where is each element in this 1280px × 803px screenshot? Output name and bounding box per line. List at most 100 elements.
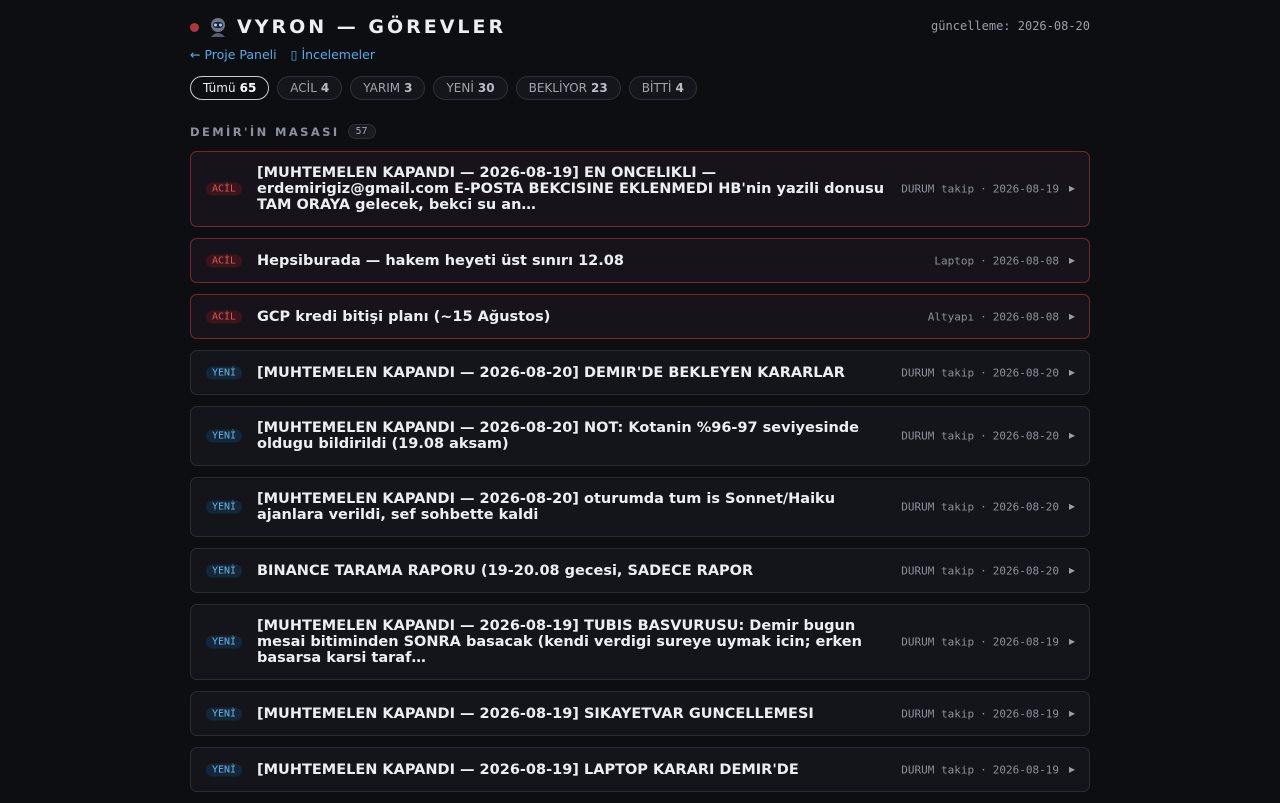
filter-bar: Tümü 65 ACİL 4 YARIM 3 YENİ 30 BEKLİYOR 23 Bİ… xyxy=(190,76,697,100)
task-meta: DURUM takip · 2026-08-19 ▶ xyxy=(901,182,1075,196)
task-meta: DURUM takip · 2026-08-20 ▶ xyxy=(901,429,1075,443)
title-row: VYRON — GÖREVLER xyxy=(190,16,506,38)
task-meta: DURUM takip · 2026-08-19 ▶ xyxy=(901,763,1075,776)
task-meta: DURUM takip · 2026-08-20 ▶ xyxy=(901,366,1075,379)
task-card[interactable]: YENİ [MUHTEMELEN KAPANDI — 2026-08-20] o… xyxy=(190,477,1090,537)
expand-arrow-icon[interactable]: ▶ xyxy=(1069,184,1075,195)
task-date: 2026-08-20 xyxy=(992,429,1059,443)
task-meta: DURUM takip · 2026-08-20 ▶ xyxy=(901,500,1075,514)
task-list: ACİL [MUHTEMELEN KAPANDI — 2026-08-19] E… xyxy=(190,151,1090,803)
task-category: Laptop xyxy=(934,254,975,267)
filter-new[interactable]: YENİ 30 xyxy=(433,76,508,100)
expand-arrow-icon[interactable]: ▶ xyxy=(1069,255,1075,266)
task-card[interactable]: YENİ [MUHTEMELEN KAPANDI — 2026-08-19] T… xyxy=(190,604,1090,680)
priority-tag: YENİ xyxy=(206,366,243,379)
filter-label: Tümü xyxy=(203,81,236,95)
task-card[interactable]: ACİL Hepsiburada — hakem heyeti üst sını… xyxy=(190,238,1090,283)
task-title: Hepsiburada — hakem heyeti üst sınırı 12… xyxy=(257,252,624,269)
task-category: DURUM takip xyxy=(901,429,975,443)
filter-label: YARIM xyxy=(363,81,401,95)
expand-arrow-icon[interactable]: ▶ xyxy=(1069,708,1075,719)
filter-count: 4 xyxy=(675,81,684,95)
nav-links: ← Proje Paneli ▯ İncelemeler xyxy=(190,47,375,62)
filter-count: 65 xyxy=(239,81,257,95)
status-dot xyxy=(190,22,199,32)
task-date: 2026-08-20 xyxy=(992,500,1059,514)
task-card[interactable]: YENİ [MUHTEMELEN KAPANDI — 2026-08-19] S… xyxy=(190,691,1090,736)
task-title: [MUHTEMELEN KAPANDI — 2026-08-19] LAPTOP… xyxy=(257,761,799,778)
task-date: 2026-08-19 xyxy=(992,707,1059,720)
filter-waiting[interactable]: BEKLİYOR 23 xyxy=(515,76,621,100)
task-date: 2026-08-08 xyxy=(992,254,1059,267)
filter-count: 3 xyxy=(404,81,413,95)
task-category: DURUM takip xyxy=(901,763,975,776)
task-category: DURUM takip xyxy=(901,635,975,649)
expand-arrow-icon[interactable]: ▶ xyxy=(1069,565,1075,576)
filter-count: 30 xyxy=(477,81,495,95)
filter-urgent[interactable]: ACİL 4 xyxy=(277,76,343,100)
task-title: [MUHTEMELEN KAPANDI — 2026-08-20] oturum… xyxy=(257,491,836,523)
expand-arrow-icon[interactable]: ▶ xyxy=(1069,764,1075,775)
task-category: DURUM takip xyxy=(901,366,975,379)
task-date: 2026-08-08 xyxy=(992,310,1059,323)
task-card[interactable]: ACİL GCP kredi bitişi planı (~15 Ağustos… xyxy=(190,294,1090,339)
task-title: [MUHTEMELEN KAPANDI — 2026-08-19] SIKAYE… xyxy=(257,705,814,722)
task-title: [MUHTEMELEN KAPANDI — 2026-08-19] EN ONC… xyxy=(257,165,885,213)
task-meta: DURUM takip · 2026-08-19 ▶ xyxy=(901,707,1075,720)
header: VYRON — GÖREVLER güncelleme: 2026-08-20 … xyxy=(190,0,1090,62)
task-title: BINANCE TARAMA RAPORU (19-20.08 gecesi, … xyxy=(257,562,754,579)
task-date: 2026-08-19 xyxy=(992,763,1059,776)
task-meta: DURUM takip · 2026-08-20 ▶ xyxy=(901,564,1075,577)
task-card[interactable]: YENİ [MUHTEMELEN KAPANDI — 2026-08-19] L… xyxy=(190,747,1090,792)
expand-arrow-icon[interactable]: ▶ xyxy=(1069,431,1075,442)
priority-tag: YENİ xyxy=(206,635,243,649)
task-meta: Laptop · 2026-08-08 ▶ xyxy=(934,254,1075,267)
filter-label: BİTTİ xyxy=(641,81,672,95)
priority-tag: YENİ xyxy=(206,500,243,514)
task-meta: Altyapı · 2026-08-08 ▶ xyxy=(927,310,1075,323)
task-category: DURUM takip xyxy=(901,182,975,196)
filter-count: 4 xyxy=(320,81,330,95)
task-title: [MUHTEMELEN KAPANDI — 2026-08-20] NOT: K… xyxy=(257,420,859,452)
expand-arrow-icon[interactable]: ▶ xyxy=(1069,311,1075,322)
task-date: 2026-08-20 xyxy=(992,564,1059,577)
priority-tag: ACİL xyxy=(206,182,243,196)
page-title: VYRON — GÖREVLER xyxy=(237,16,507,38)
task-category: DURUM takip xyxy=(901,707,975,720)
task-title: [MUHTEMELEN KAPANDI — 2026-08-20] DEMIR'… xyxy=(257,364,845,381)
task-card[interactable]: YENİ [MUHTEMELEN KAPANDI — 2026-08-20] N… xyxy=(190,406,1090,466)
reviews-link[interactable]: ▯ İncelemeler xyxy=(291,47,375,62)
task-date: 2026-08-19 xyxy=(992,182,1059,196)
filter-label: ACİL xyxy=(290,81,317,95)
filter-half[interactable]: YARIM 3 xyxy=(350,76,426,100)
task-card[interactable]: ACİL [MUHTEMELEN KAPANDI — 2026-08-19] E… xyxy=(190,151,1090,227)
priority-tag: YENİ xyxy=(206,429,243,443)
task-title: GCP kredi bitişi planı (~15 Ağustos) xyxy=(257,308,551,325)
task-date: 2026-08-19 xyxy=(992,635,1059,649)
task-category: DURUM takip xyxy=(901,564,975,577)
section-label: DEMİR'İN MASASI xyxy=(190,124,340,139)
task-category: DURUM takip xyxy=(901,500,975,514)
task-meta: DURUM takip · 2026-08-19 ▶ xyxy=(901,635,1075,649)
filter-label: YENİ xyxy=(446,81,474,95)
task-title: [MUHTEMELEN KAPANDI — 2026-08-19] TUBIS … xyxy=(257,618,862,666)
expand-arrow-icon[interactable]: ▶ xyxy=(1069,502,1075,513)
page: VYRON — GÖREVLER güncelleme: 2026-08-20 … xyxy=(190,0,1090,792)
priority-tag: ACİL xyxy=(206,254,243,267)
priority-tag: ACİL xyxy=(206,310,243,323)
filter-all[interactable]: Tümü 65 xyxy=(190,76,270,100)
task-card[interactable]: YENİ [MUHTEMELEN KAPANDI — 2026-08-20] D… xyxy=(190,350,1090,395)
filter-done[interactable]: BİTTİ 4 xyxy=(628,76,697,100)
task-category: Altyapı xyxy=(927,310,975,323)
updated-timestamp: güncelleme: 2026-08-20 xyxy=(931,19,1090,33)
robot-icon xyxy=(211,18,225,37)
priority-tag: YENİ xyxy=(206,763,243,776)
filter-count: 23 xyxy=(590,81,608,95)
section-count-badge: 57 xyxy=(347,124,376,139)
expand-arrow-icon[interactable]: ▶ xyxy=(1069,367,1075,378)
back-to-project-panel-link[interactable]: ← Proje Paneli xyxy=(190,47,277,62)
expand-arrow-icon[interactable]: ▶ xyxy=(1069,637,1075,648)
priority-tag: YENİ xyxy=(206,564,243,577)
task-card[interactable]: YENİ BINANCE TARAMA RAPORU (19-20.08 gec… xyxy=(190,548,1090,593)
priority-tag: YENİ xyxy=(206,707,243,720)
